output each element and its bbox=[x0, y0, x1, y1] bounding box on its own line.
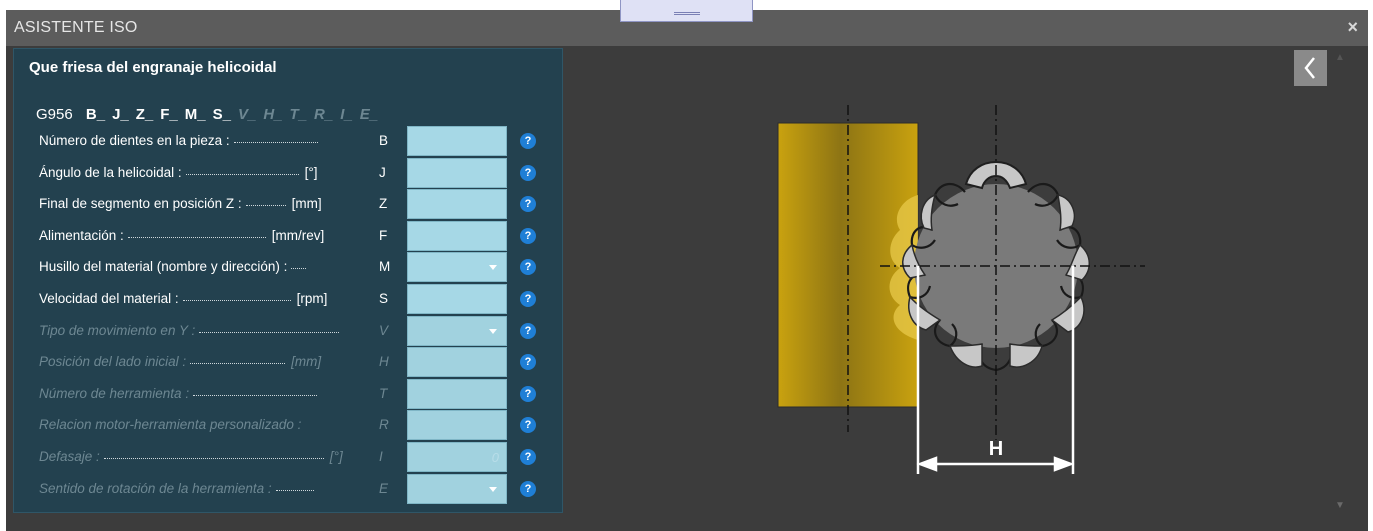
param-label: Posición del lado inicial : [mm] bbox=[39, 354, 322, 370]
param-input: 0 bbox=[407, 442, 507, 472]
param-unit: [mm] bbox=[291, 196, 322, 212]
param-row-t: Número de herramienta : T? bbox=[14, 378, 564, 410]
param-label: Velocidad del material : [rpm] bbox=[39, 291, 328, 306]
drag-handle-icon[interactable] bbox=[674, 12, 700, 15]
help-icon[interactable]: ? bbox=[520, 133, 536, 149]
param-row-m: Husillo del material (nombre y dirección… bbox=[14, 251, 564, 283]
param-label: Relacion motor-herramienta personalizado… bbox=[39, 417, 302, 433]
help-icon[interactable]: ? bbox=[520, 480, 536, 497]
param-input[interactable] bbox=[407, 220, 507, 251]
param-input bbox=[407, 378, 507, 409]
gcode-param: Z_ bbox=[135, 106, 154, 123]
help-icon[interactable]: ? bbox=[520, 227, 536, 244]
param-label: Defasaje : [°] bbox=[39, 449, 343, 464]
param-label: Final de segmento en posición Z : [mm] bbox=[39, 196, 322, 212]
param-row-f: Alimentación : [mm/rev] F? bbox=[14, 220, 564, 252]
scroll-down-icon[interactable]: ▼ bbox=[1335, 500, 1345, 511]
param-label: Número de herramienta : bbox=[39, 386, 371, 401]
param-unit: [mm] bbox=[291, 354, 322, 370]
window-title: ASISTENTE ISO bbox=[14, 19, 138, 36]
param-letter: B bbox=[379, 133, 389, 148]
param-row-h: Posición del lado inicial : [mm] H? bbox=[14, 346, 564, 378]
param-row-b: Número de dientes en la pieza : B? bbox=[14, 125, 564, 157]
param-label: Número de dientes en la pieza : bbox=[39, 133, 371, 148]
gcode-param: F_ bbox=[160, 106, 178, 123]
help-icon[interactable]: ? bbox=[520, 449, 536, 465]
back-button[interactable] bbox=[1294, 50, 1327, 86]
gcode-param: S_ bbox=[212, 106, 231, 123]
help-icon[interactable]: ? bbox=[520, 164, 536, 181]
param-input[interactable] bbox=[407, 189, 507, 220]
param-letter: Z bbox=[379, 196, 388, 212]
dimension-h-label: H bbox=[989, 438, 1003, 460]
param-input bbox=[407, 410, 507, 441]
gear-milling-diagram: H bbox=[777, 105, 1145, 474]
gcode-param: J_ bbox=[112, 106, 129, 123]
param-label: Alimentación : [mm/rev] bbox=[39, 227, 325, 243]
panel-title: Que friesa del engranaje helicoidal bbox=[29, 59, 277, 76]
help-icon[interactable]: ? bbox=[520, 196, 536, 213]
param-letter: H bbox=[379, 354, 389, 370]
gcode-param: M_ bbox=[184, 106, 206, 123]
param-input[interactable] bbox=[407, 126, 507, 156]
param-row-z: Final de segmento en posición Z : [mm] Z? bbox=[14, 188, 564, 220]
help-icon[interactable]: ? bbox=[520, 322, 536, 339]
param-input[interactable] bbox=[407, 284, 507, 314]
help-icon[interactable]: ? bbox=[520, 291, 536, 307]
param-label: Husillo del material (nombre y dirección… bbox=[39, 259, 371, 274]
help-icon[interactable]: ? bbox=[520, 354, 536, 371]
param-letter: R bbox=[379, 417, 389, 433]
gcode-param: T_ bbox=[289, 106, 308, 123]
gcode-param: V_ bbox=[237, 106, 257, 123]
scroll-up-icon[interactable]: ▲ bbox=[1335, 52, 1345, 63]
gcode-preview: G956 B_ J_ Z_ F_ M_ S_ V_ H_ T_ R_ I_ E_ bbox=[36, 106, 385, 123]
param-letter: T bbox=[379, 385, 388, 401]
param-input[interactable] bbox=[407, 157, 507, 188]
gcode-param: E_ bbox=[359, 106, 379, 123]
param-unit: [rpm] bbox=[296, 291, 328, 306]
gcode-param: B_ bbox=[85, 106, 106, 123]
param-unit: [°] bbox=[304, 164, 318, 180]
param-letter: M bbox=[379, 259, 391, 275]
param-row-s: Velocidad del material : [rpm] S? bbox=[14, 283, 564, 315]
panel-resize-tab[interactable] bbox=[620, 0, 753, 22]
param-input bbox=[407, 347, 507, 378]
parameter-panel: Que friesa del engranaje helicoidal G956… bbox=[13, 48, 563, 513]
param-row-i: Defasaje : [°] I 0? bbox=[14, 441, 564, 473]
param-unit: [mm/rev] bbox=[271, 227, 325, 243]
param-label: Tipo de movimiento en Y : bbox=[39, 323, 371, 338]
param-letter: F bbox=[379, 227, 388, 243]
param-row-r: Relacion motor-herramienta personalizado… bbox=[14, 409, 564, 441]
param-row-j: Ángulo de la helicoidal : [°] J? bbox=[14, 157, 564, 189]
param-unit: [°] bbox=[329, 449, 343, 464]
param-letter: E bbox=[379, 480, 389, 496]
help-icon[interactable]: ? bbox=[520, 417, 536, 434]
param-label: Sentido de rotación de la herramienta : bbox=[39, 481, 371, 496]
param-letter: I bbox=[379, 449, 383, 464]
param-letter: S bbox=[379, 291, 389, 306]
help-icon[interactable]: ? bbox=[520, 385, 536, 402]
gcode-param: H_ bbox=[263, 106, 283, 123]
param-dropdown[interactable] bbox=[407, 252, 507, 283]
param-row-v: Tipo de movimiento en Y : V? bbox=[14, 315, 564, 347]
param-letter: J bbox=[379, 164, 386, 180]
gcode-param: R_ bbox=[314, 106, 334, 123]
param-dropdown bbox=[407, 473, 507, 504]
param-row-e: Sentido de rotación de la herramienta : E… bbox=[14, 473, 564, 505]
param-label: Ángulo de la helicoidal : [°] bbox=[39, 164, 318, 180]
help-icon[interactable]: ? bbox=[520, 259, 536, 276]
gcode-param: I_ bbox=[340, 106, 353, 123]
gcode-prefix: G956 bbox=[36, 106, 73, 123]
param-letter: V bbox=[379, 322, 389, 338]
param-dropdown bbox=[407, 315, 507, 346]
chevron-left-icon bbox=[1304, 57, 1315, 79]
close-icon[interactable]: × bbox=[1347, 17, 1358, 38]
